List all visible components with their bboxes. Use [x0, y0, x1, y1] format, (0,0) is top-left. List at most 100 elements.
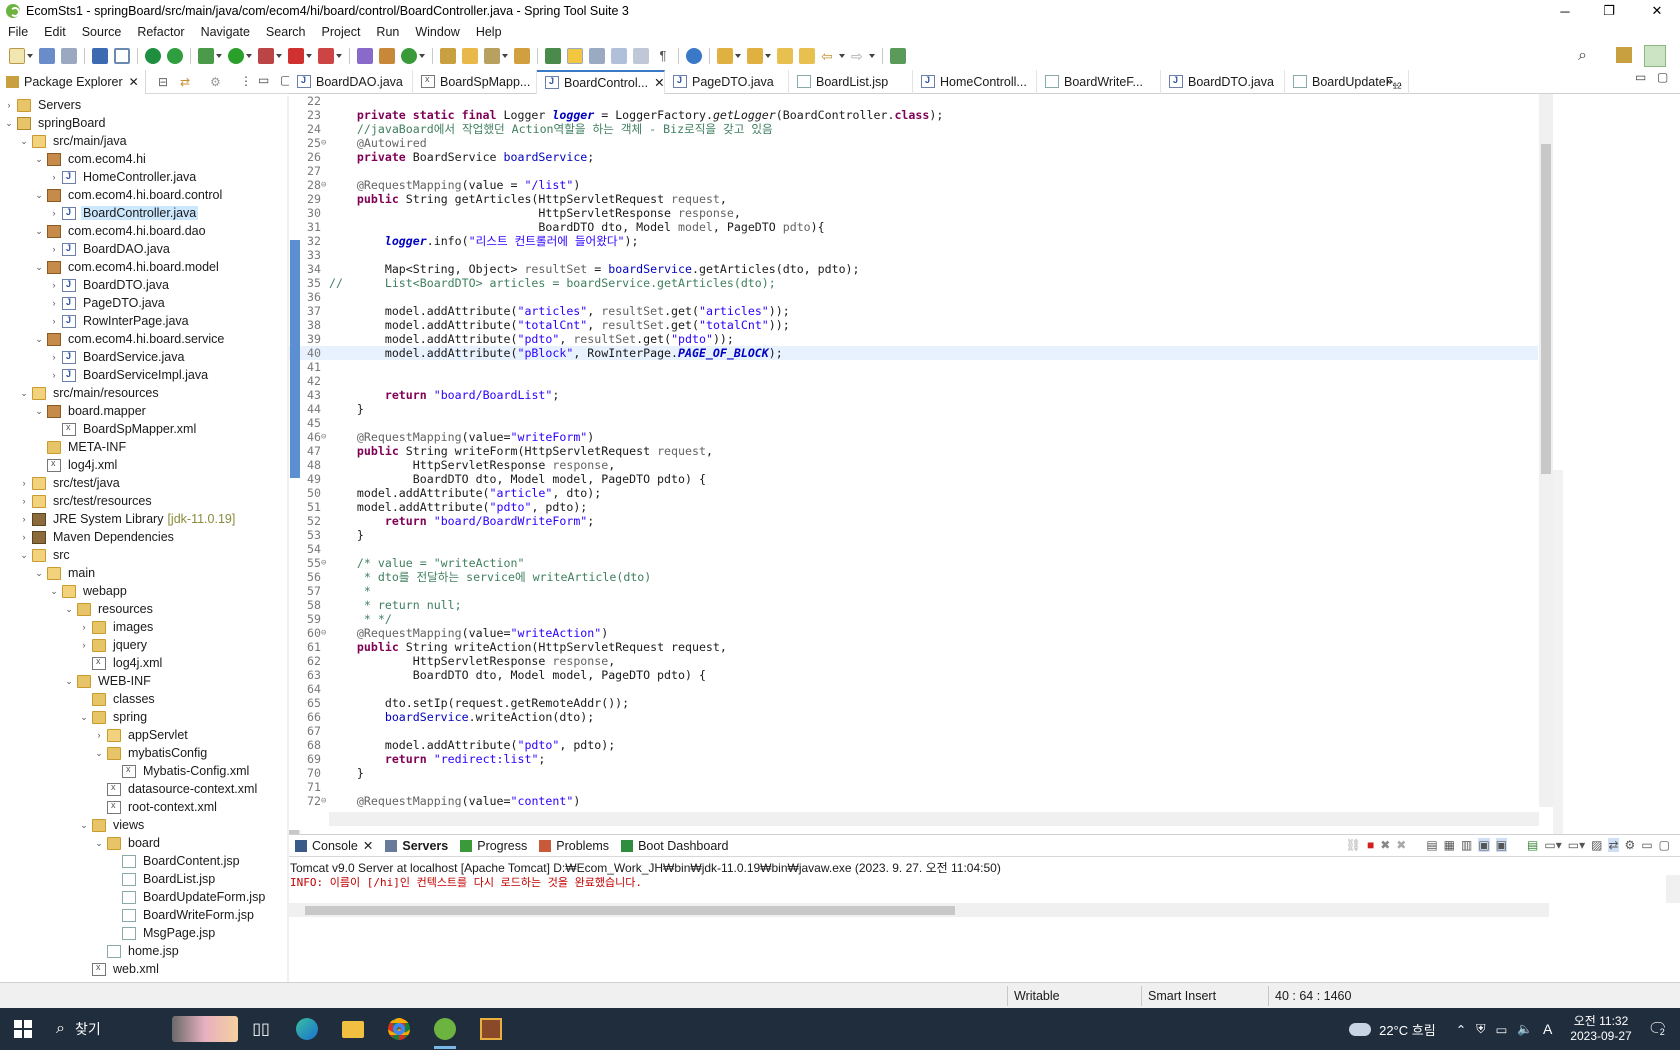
menu-refactor[interactable]: Refactor: [129, 25, 192, 39]
menu-help[interactable]: Help: [468, 25, 510, 39]
editor-tab[interactable]: BoardDAO.java: [289, 69, 413, 94]
code-line[interactable]: 70 }: [289, 766, 1538, 780]
show-whitespace-icon[interactable]: [633, 48, 649, 64]
expanded-chevron-icon[interactable]: ⌄: [94, 838, 104, 848]
save-icon[interactable]: [39, 48, 55, 64]
code-line[interactable]: 69 return "redirect:list";: [289, 752, 1538, 766]
tree-item[interactable]: › Maven Dependencies: [0, 528, 288, 546]
app-taskbar-button[interactable]: [468, 1008, 514, 1050]
code-line[interactable]: 39 model.addAttribute("pdto", resultSet.…: [289, 332, 1538, 346]
code-line[interactable]: 46 ⊖ @RequestMapping(value="writeForm"): [289, 430, 1538, 444]
tree-item[interactable]: › JRE System Library [jdk-11.0.19]: [0, 510, 288, 528]
code-line[interactable]: 47 public String writeForm(HttpServletRe…: [289, 444, 1538, 458]
expanded-chevron-icon[interactable]: ⌄: [19, 388, 29, 398]
collapsed-chevron-icon[interactable]: ›: [19, 478, 29, 488]
disconnect-icon[interactable]: ⛓: [1346, 838, 1361, 852]
code-line[interactable]: 53 }: [289, 528, 1538, 542]
code-line[interactable]: 23 private static final Logger logger = …: [289, 108, 1538, 122]
code-line[interactable]: 48 HttpServletResponse response,: [289, 458, 1538, 472]
search-icon[interactable]: ⌕: [1578, 47, 1596, 65]
expanded-chevron-icon[interactable]: ⌄: [34, 154, 44, 164]
tree-item[interactable]: log4j.xml: [0, 456, 288, 474]
open-perspective-icon[interactable]: [1616, 47, 1632, 63]
collapsed-chevron-icon[interactable]: ›: [19, 496, 29, 506]
next-annotation-icon[interactable]: [717, 48, 733, 64]
open-type-icon[interactable]: [440, 48, 456, 64]
editor-tab[interactable]: HomeControll...: [913, 69, 1037, 94]
pin-console-icon[interactable]: ▤: [1527, 838, 1538, 852]
previous-annotation-icon[interactable]: [747, 48, 763, 64]
spring-icon[interactable]: [167, 48, 183, 64]
code-line[interactable]: 24 //javaBoard에서 작업했던 Action역할을 하는 객체 - …: [289, 122, 1538, 136]
save-all-icon[interactable]: [61, 48, 77, 64]
expanded-chevron-icon[interactable]: ⌄: [94, 748, 104, 758]
code-line[interactable]: 35// List<BoardDTO> articles = boardServ…: [289, 276, 1538, 290]
security-icon[interactable]: ⛨: [1476, 1022, 1485, 1037]
close-icon[interactable]: ✕: [363, 838, 373, 853]
tree-item[interactable]: › BoardDAO.java: [0, 240, 288, 258]
tree-item[interactable]: › BoardController.java: [0, 204, 288, 222]
code-line[interactable]: 38 model.addAttribute("totalCnt", result…: [289, 318, 1538, 332]
tree-item[interactable]: › appServlet: [0, 726, 288, 744]
tree-item[interactable]: ⌄ webapp: [0, 582, 288, 600]
tree-item[interactable]: ⌄ spring: [0, 708, 288, 726]
expanded-chevron-icon[interactable]: ⌄: [34, 406, 44, 416]
tree-item[interactable]: BoardContent.jsp: [0, 852, 288, 870]
code-line[interactable]: 59 * */: [289, 612, 1538, 626]
bottom-tab[interactable]: Progress: [454, 835, 533, 857]
bottom-tab[interactable]: Servers: [379, 835, 454, 857]
menu-search[interactable]: Search: [258, 25, 314, 39]
editor-tab[interactable]: PageDTO.java: [665, 69, 789, 94]
collapsed-chevron-icon[interactable]: ›: [19, 532, 29, 542]
collapsed-chevron-icon[interactable]: ›: [49, 244, 59, 254]
code-line[interactable]: 60 ⊖ @RequestMapping(value="writeAction"): [289, 626, 1538, 640]
expanded-chevron-icon[interactable]: ⌄: [34, 190, 44, 200]
more-tabs-button[interactable]: »12: [1386, 74, 1402, 90]
taskbar-search[interactable]: ⌕ 찾기: [46, 1008, 238, 1050]
coverage-icon[interactable]: [258, 48, 274, 64]
editor-vertical-thumb[interactable]: [1541, 144, 1551, 474]
expanded-chevron-icon[interactable]: ⌄: [64, 604, 74, 614]
weather-text[interactable]: 22°C 흐림: [1379, 1020, 1436, 1039]
tree-item[interactable]: ⌄ resources: [0, 600, 288, 618]
web-browser-icon[interactable]: [686, 48, 702, 64]
overview-ruler[interactable]: [1553, 470, 1563, 870]
tree-item[interactable]: ⌄ com.ecom4.hi.board.model: [0, 258, 288, 276]
collapsed-chevron-icon[interactable]: ›: [49, 172, 59, 182]
collapsed-chevron-icon[interactable]: ›: [49, 208, 59, 218]
external-tools-icon[interactable]: [318, 48, 334, 64]
code-line[interactable]: 34 Map<String, Object> resultSet = board…: [289, 262, 1538, 276]
code-line[interactable]: 36: [289, 290, 1538, 304]
expanded-chevron-icon[interactable]: ⌄: [64, 676, 74, 686]
stop-icon[interactable]: [288, 48, 304, 64]
editor-horizontal-scrollbar[interactable]: [329, 812, 1539, 826]
editor-tab[interactable]: BoardControl... ✕: [537, 69, 665, 94]
pin-editor-icon[interactable]: [890, 48, 906, 64]
tree-item[interactable]: ⌄ com.ecom4.hi: [0, 150, 288, 168]
terminate-icon[interactable]: ■: [1367, 838, 1374, 852]
expanded-chevron-icon[interactable]: ⌄: [79, 820, 89, 830]
collapsed-chevron-icon[interactable]: ›: [49, 370, 59, 380]
tree-item[interactable]: ⌄ com.ecom4.hi.board.control: [0, 186, 288, 204]
menu-file[interactable]: File: [0, 25, 36, 39]
fold-toggle-icon[interactable]: ⊖: [321, 626, 326, 640]
code-line[interactable]: 45: [289, 416, 1538, 430]
code-line[interactable]: 57 *: [289, 584, 1538, 598]
tree-item[interactable]: ⌄ springBoard: [0, 114, 288, 132]
tree-item[interactable]: BoardWriteForm.jsp: [0, 906, 288, 924]
code-line[interactable]: 52 return "board/BoardWriteForm";: [289, 514, 1538, 528]
fold-toggle-icon[interactable]: ⊖: [321, 178, 326, 192]
tree-item[interactable]: ⌄ src/main/resources: [0, 384, 288, 402]
code-line[interactable]: 27: [289, 164, 1538, 178]
word-wrap-icon[interactable]: [611, 48, 627, 64]
minimize-panel-icon[interactable]: ▭: [1641, 838, 1652, 852]
tree-item[interactable]: Mybatis-Config.xml: [0, 762, 288, 780]
code-line[interactable]: 26 private BoardService boardService;: [289, 150, 1538, 164]
code-line[interactable]: 41: [289, 360, 1538, 374]
expanded-chevron-icon[interactable]: ⌄: [34, 568, 44, 578]
spring-perspective-icon[interactable]: [1644, 45, 1666, 67]
display-console-icon[interactable]: ▭▾: [1544, 838, 1561, 852]
editor-tab[interactable]: BoardList.jsp: [789, 69, 913, 94]
forward-icon[interactable]: ⇨: [851, 48, 867, 64]
clear-console-icon[interactable]: ▤: [1426, 838, 1437, 852]
